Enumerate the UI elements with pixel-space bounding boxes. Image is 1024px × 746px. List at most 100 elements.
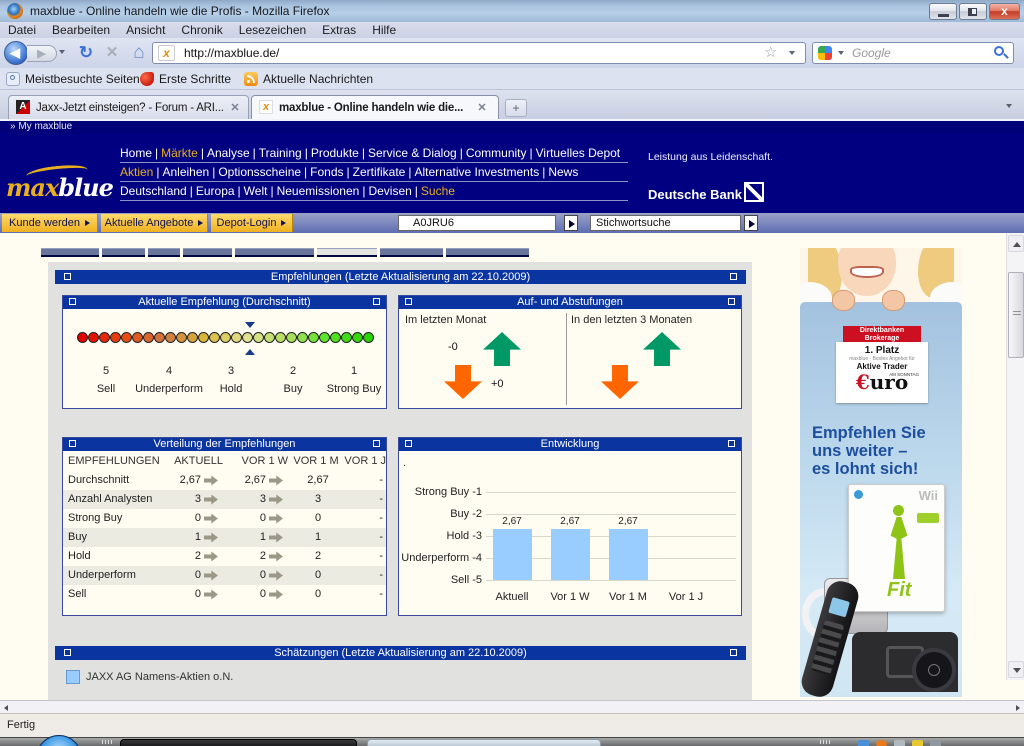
nav-link[interactable]: Suche <box>421 184 455 198</box>
nav-link[interactable]: Training <box>259 146 302 160</box>
tray-icon[interactable] <box>894 740 905 746</box>
nav-link[interactable]: Produkte <box>311 146 359 160</box>
nav-link[interactable]: Fonds <box>310 165 343 179</box>
nav-link[interactable]: Aktien <box>120 165 153 179</box>
search-engine-dropdown-icon[interactable] <box>838 51 844 55</box>
tray-icon[interactable] <box>876 740 887 746</box>
scroll-down-button[interactable] <box>1008 661 1024 678</box>
bookmark-star-icon[interactable]: ☆ <box>764 44 782 62</box>
ad-banner[interactable]: DirektbankenBrokerage 1. Platz maxblue -… <box>800 248 962 697</box>
nav-link[interactable]: Alternative Investments <box>414 165 539 179</box>
nav-link[interactable]: Deutschland <box>120 184 187 198</box>
url-text[interactable]: http://maxblue.de/ <box>184 42 279 64</box>
wkn-search-go-button[interactable] <box>564 215 578 231</box>
tray-icon[interactable] <box>858 740 869 746</box>
keyword-search-go-button[interactable] <box>744 215 758 231</box>
menu-chronik[interactable]: Chronik <box>173 22 230 38</box>
nav-link[interactable]: Märkte <box>161 146 198 160</box>
menu-hilfe[interactable]: Hilfe <box>364 22 404 38</box>
window-square-icon[interactable] <box>64 649 71 656</box>
nav-link[interactable]: Analyse <box>207 146 250 160</box>
depot-login-button[interactable]: Depot-Login <box>211 214 293 232</box>
content-tab[interactable] <box>102 248 145 257</box>
window-square-icon[interactable] <box>69 440 76 447</box>
window-square-icon[interactable] <box>730 649 737 656</box>
maxblue-logo[interactable]: maxblue <box>6 173 122 211</box>
history-dropdown-icon[interactable] <box>59 50 65 54</box>
reload-button[interactable]: ↻ <box>74 41 98 65</box>
content-tab[interactable] <box>446 248 529 257</box>
scroll-up-button[interactable] <box>1008 235 1024 252</box>
close-button[interactable]: x <box>989 3 1020 20</box>
tab-label[interactable]: Jaxx-Jetzt einsteigen? - Forum - ARI... <box>36 96 226 120</box>
nav-link[interactable]: News <box>548 165 578 179</box>
nav-link[interactable]: Europa <box>196 184 235 198</box>
aktuelle-angebote-button[interactable]: Aktuelle Angebote <box>101 214 208 232</box>
window-square-icon[interactable] <box>405 440 412 447</box>
bookmark-most-visited[interactable]: Meistbesuchte Seiten <box>25 68 140 90</box>
content-tab[interactable] <box>41 248 99 257</box>
nav-link[interactable]: Optionsscheine <box>218 165 301 179</box>
window-square-icon[interactable] <box>373 440 380 447</box>
tab-label[interactable]: maxblue - Online handeln wie die... <box>279 96 469 120</box>
nav-link[interactable]: Home <box>120 146 152 160</box>
window-square-icon[interactable] <box>373 298 380 305</box>
menu-lesezeichen[interactable]: Lesezeichen <box>231 22 314 38</box>
tray-icon[interactable] <box>930 740 941 746</box>
window-square-icon[interactable] <box>69 298 76 305</box>
window-square-icon[interactable] <box>405 298 412 305</box>
nav-link[interactable]: Zertifikate <box>353 165 406 179</box>
back-button[interactable]: ◀ <box>4 41 28 65</box>
vertical-scrollbar[interactable] <box>1006 233 1024 680</box>
url-dropdown-icon[interactable] <box>789 51 795 55</box>
window-square-icon[interactable] <box>728 440 735 447</box>
scroll-right-icon[interactable] <box>1016 705 1020 711</box>
bookmark-getting-started[interactable]: Erste Schritte <box>159 68 231 90</box>
home-button[interactable]: ⌂ <box>127 41 151 65</box>
window-square-icon[interactable] <box>64 273 71 280</box>
new-tab-button[interactable]: + <box>505 99 527 117</box>
forward-button[interactable]: ▶ <box>27 45 57 62</box>
horizontal-scrollbar[interactable] <box>0 700 1024 713</box>
window-titlebar[interactable]: maxblue - Online handeln wie die Profis … <box>0 0 1024 22</box>
taskbar-app-button[interactable] <box>120 739 357 746</box>
table-header: VOR 1 J <box>344 451 386 471</box>
window-square-icon[interactable] <box>728 298 735 305</box>
restore-button[interactable] <box>959 3 987 20</box>
bookmark-latest-news[interactable]: Aktuelle Nachrichten <box>263 68 373 90</box>
menu-ansicht[interactable]: Ansicht <box>118 22 173 38</box>
content-tab[interactable] <box>380 248 443 257</box>
wkn-search-input[interactable]: A0JRU6 <box>398 215 556 231</box>
nav-link[interactable]: Community <box>466 146 527 160</box>
content-tab[interactable] <box>183 248 232 257</box>
menu-extras[interactable]: Extras <box>314 22 364 38</box>
stop-button[interactable]: ✕ <box>101 41 123 65</box>
ad-slogan-line3: es lohnt sich! <box>812 460 918 479</box>
scroll-left-icon[interactable] <box>4 705 8 711</box>
scrollbar-thumb[interactable] <box>1008 272 1024 358</box>
content-tab[interactable] <box>235 248 314 257</box>
taskbar-app-button[interactable] <box>367 739 601 746</box>
nav-link[interactable]: Service & Dialog <box>368 146 457 160</box>
window-square-icon[interactable] <box>730 273 737 280</box>
my-maxblue-bar[interactable]: » My maxblue <box>0 121 1024 133</box>
tab-list-dropdown-icon[interactable] <box>1006 104 1012 108</box>
search-placeholder[interactable]: Google <box>852 42 891 64</box>
keyword-search-input[interactable]: Stichwortsuche <box>590 215 741 231</box>
nav-link[interactable]: Neuemissionen <box>277 184 360 198</box>
content-tab[interactable] <box>317 248 377 257</box>
minimize-button[interactable] <box>929 3 957 20</box>
nav-link[interactable]: Welt <box>244 184 268 198</box>
chart-ytick: Buy -2 <box>399 508 482 520</box>
tab-close-icon[interactable]: ✕ <box>228 101 242 115</box>
nav-link[interactable]: Virtuelles Depot <box>536 146 621 160</box>
tab-close-icon[interactable]: ✕ <box>475 101 489 115</box>
nav-link[interactable]: Devisen <box>368 184 411 198</box>
kunde-werden-button[interactable]: Kunde werden <box>2 214 98 232</box>
downgrades-count: +0 <box>491 378 504 390</box>
content-tab[interactable] <box>148 248 180 257</box>
menu-datei[interactable]: Datei <box>0 22 44 38</box>
nav-link[interactable]: Anleihen <box>162 165 209 179</box>
menu-bearbeiten[interactable]: Bearbeiten <box>44 22 118 38</box>
tray-icon[interactable] <box>912 740 923 746</box>
